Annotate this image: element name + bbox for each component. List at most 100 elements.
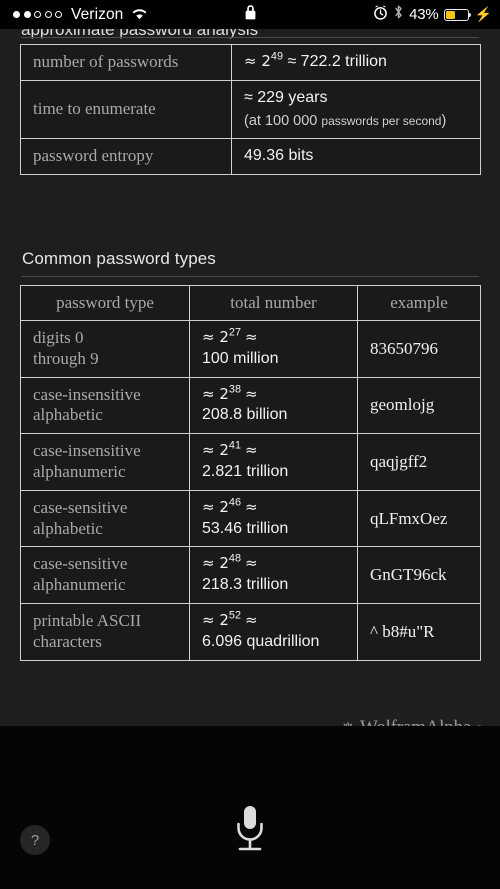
table-row: case-sensitive alphanumeric ≈ 248 ≈218.3 tr… — [20, 546, 481, 604]
battery-icon — [443, 8, 472, 21]
value-prefix: ≈ 2 — [244, 52, 271, 70]
total-power-line: ≈ 241 ≈ — [202, 439, 345, 462]
section-heading-common-password-types: Common password types — [22, 249, 216, 268]
row-label: number of passwords — [20, 44, 232, 81]
table-row: password entropy 49.36 bits — [20, 138, 481, 176]
total-power-line: ≈ 252 ≈ — [202, 609, 345, 632]
type-line-1: case-insensitive — [33, 441, 141, 461]
total-prefix: ≈ 2 — [202, 610, 229, 629]
table-row: number of passwords ≈ 249 ≈ 722.2 trilli… — [20, 44, 481, 81]
total-value-line: 6.096 quadrillion — [202, 632, 320, 650]
type-line-1: digits 0 — [33, 328, 84, 348]
note-lead: (at 100 000 — [244, 112, 322, 129]
total-power-line: ≈ 238 ≈ — [202, 384, 345, 406]
table-row: case-insensitive alphabetic ≈ 238 ≈208.8 bi… — [20, 376, 481, 435]
cell-total-number: ≈ 238 ≈208.8 billion — [189, 376, 358, 435]
total-prefix: ≈ 2 — [202, 497, 229, 516]
cell-example: 83650796 — [357, 320, 481, 378]
cell-example: geomlojg — [357, 376, 481, 435]
microphone-icon — [237, 806, 263, 851]
total-exponent: 48 — [228, 553, 241, 566]
total-approx-sign: ≈ — [245, 328, 258, 346]
row-value: 49.36 bits — [231, 138, 481, 176]
cell-example: ^ b8#u"R — [357, 602, 481, 661]
total-approx-sign: ≈ — [245, 610, 258, 629]
cell-password-type: digits 0 through 9 — [20, 320, 190, 378]
cell-example: qaqjgff2 — [357, 433, 481, 491]
cell-total-number: ≈ 246 ≈53.46 trillion — [189, 489, 358, 548]
lock-icon — [244, 4, 257, 26]
battery-percent-label: 43% — [409, 6, 439, 23]
cell-total-number: ≈ 248 ≈218.3 trillion — [189, 546, 358, 604]
type-line-1: printable ASCII — [33, 611, 142, 631]
cell-total-number: ≈ 227 ≈100 million — [189, 320, 358, 378]
types-table-body: digits 0 through 9 ≈ 227 ≈100 million 836507… — [20, 320, 481, 661]
cell-total-number: ≈ 252 ≈6.096 quadrillion — [189, 602, 358, 661]
column-header-total-number: total number — [189, 285, 358, 321]
table-row: digits 0 through 9 ≈ 227 ≈100 million 836507… — [20, 320, 481, 378]
column-header-example: example — [357, 285, 481, 321]
total-prefix: ≈ 2 — [202, 328, 229, 346]
wolframalpha-wordmark: WolframAlpha — [360, 717, 471, 726]
type-line-1: case-insensitive — [33, 384, 141, 404]
note-small: passwords per second — [321, 113, 442, 128]
total-power-line: ≈ 227 ≈ — [202, 326, 345, 349]
total-prefix: ≈ 2 — [202, 441, 229, 460]
divider-section — [21, 276, 479, 277]
battery-fill — [445, 10, 455, 19]
row-label: time to enumerate — [20, 79, 232, 140]
type-line-2: alphabetic — [33, 518, 103, 538]
total-approx-sign: ≈ — [245, 497, 258, 516]
row-value: ≈ 229 years (at 100 000 passwords per se… — [231, 79, 481, 140]
total-value-line: 53.46 trillion — [202, 519, 289, 537]
value-note: (at 100 000 passwords per second) — [244, 111, 468, 132]
total-approx-sign: ≈ — [245, 441, 258, 460]
type-line-2: characters — [33, 631, 102, 651]
note-tail: ) — [441, 112, 447, 129]
table-row: case-sensitive alphabetic ≈ 246 ≈53.46 tril… — [20, 489, 481, 548]
cell-password-type: case-insensitive alphabetic — [20, 376, 190, 435]
microphone-button[interactable] — [232, 804, 268, 856]
total-exponent: 46 — [228, 496, 241, 509]
alarm-clock-icon — [373, 5, 388, 25]
type-line-1: case-sensitive — [33, 497, 128, 517]
total-exponent: 52 — [228, 609, 241, 622]
status-bar: Verizon 43% ⚡ — [0, 0, 500, 29]
divider-top — [21, 37, 479, 38]
value-main: ≈ 229 years — [244, 88, 328, 106]
wolframalpha-logo[interactable]: ✵ WolframAlpha® — [341, 717, 482, 726]
total-approx-sign: ≈ — [245, 554, 258, 573]
table-row: printable ASCII characters ≈ 252 ≈6.096 qua… — [20, 602, 481, 661]
table-row: case-insensitive alphanumeric ≈ 241 ≈2.821 … — [20, 433, 481, 491]
cell-password-type: case-sensitive alphabetic — [20, 489, 190, 548]
total-value-line: 208.8 billion — [202, 406, 288, 424]
total-prefix: ≈ 2 — [202, 384, 229, 403]
total-power-line: ≈ 246 ≈ — [202, 496, 345, 519]
app-screen: Verizon 43% ⚡ approximate password analy… — [0, 0, 500, 889]
cell-total-number: ≈ 241 ≈2.821 trillion — [189, 433, 358, 491]
lightning-bolt-icon: ⚡ — [474, 6, 492, 22]
cell-password-type: case-sensitive alphanumeric — [20, 546, 190, 604]
type-line-1: case-sensitive — [33, 554, 128, 574]
total-exponent: 27 — [228, 326, 241, 339]
total-value-line: 100 million — [202, 349, 279, 367]
common-password-types-table: password type total number example digit… — [20, 285, 481, 661]
bluetooth-icon — [393, 4, 404, 25]
row-value: ≈ 249 ≈ 722.2 trillion — [231, 44, 481, 81]
cell-password-type: printable ASCII characters — [20, 602, 190, 661]
help-button[interactable]: ? — [20, 825, 50, 855]
type-line-2: alphanumeric — [33, 575, 126, 595]
total-value-line: 218.3 trillion — [202, 576, 289, 594]
type-line-2: alphanumeric — [33, 461, 126, 481]
total-value-line: 2.821 trillion — [202, 462, 289, 480]
table-header-row: password type total number example — [20, 285, 481, 321]
type-line-2: alphabetic — [33, 405, 103, 425]
status-bar-right: 43% ⚡ — [373, 4, 492, 25]
cell-example: GnGT96ck — [357, 546, 481, 604]
clipped-section-heading: approximate password analysis — [21, 29, 259, 39]
value-exponent: 49 — [270, 50, 283, 63]
cell-password-type: case-insensitive alphanumeric — [20, 433, 190, 491]
cell-example: qLFmxOez — [357, 489, 481, 548]
total-exponent: 41 — [228, 439, 241, 452]
password-summary-table: number of passwords ≈ 249 ≈ 722.2 trilli… — [20, 44, 481, 176]
